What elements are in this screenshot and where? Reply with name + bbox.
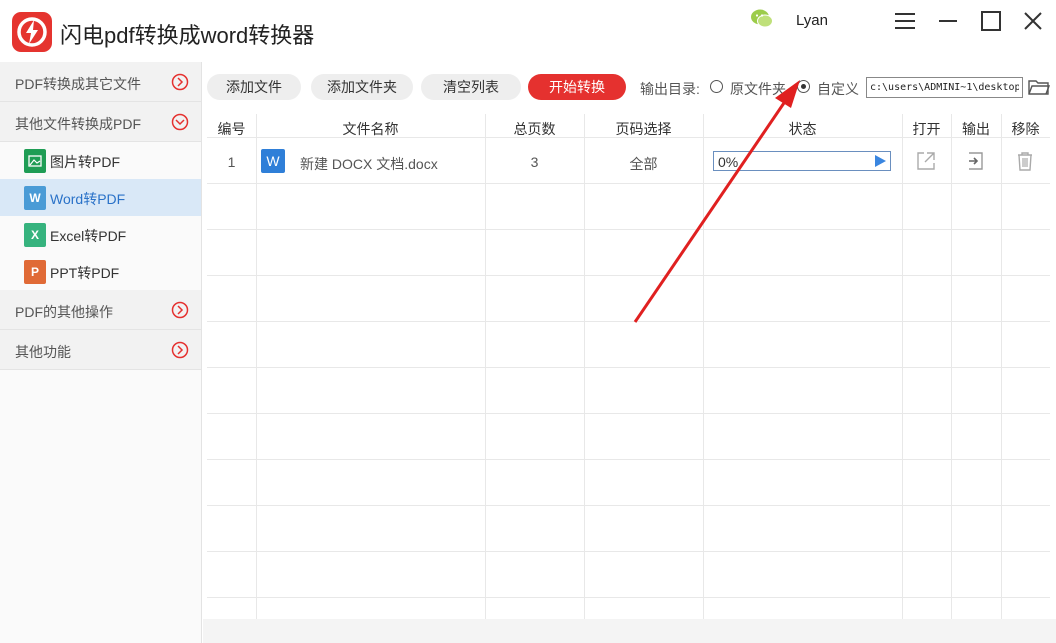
play-icon[interactable] <box>875 155 886 167</box>
sidebar-item-image-to-pdf[interactable]: 图片转PDF <box>0 142 201 179</box>
word-file-icon: W <box>24 186 46 210</box>
row-divider <box>207 505 1050 506</box>
ppt-file-icon: P <box>24 260 46 284</box>
header-index: 编号 <box>217 121 246 137</box>
sidebar-item-ppt-to-pdf[interactable]: P PPT转PDF <box>0 253 201 290</box>
chevron-right-circle-icon <box>171 341 189 359</box>
header-status: 状态 <box>788 121 817 137</box>
title-bar: 闪电pdf转换成word转换器 Lyan <box>0 0 1056 62</box>
wechat-icon[interactable] <box>750 8 774 30</box>
row-divider <box>207 183 1050 184</box>
output-dir-label: 输出目录: <box>640 81 700 97</box>
row-divider <box>207 551 1050 552</box>
clear-list-button[interactable]: 清空列表 <box>421 74 521 100</box>
row-divider <box>207 413 1050 414</box>
app-title: 闪电pdf转换成word转换器 <box>60 23 315 48</box>
menu-icon[interactable] <box>892 8 918 34</box>
radio-source-folder[interactable] <box>710 80 723 93</box>
sidebar-item-label: PPT转PDF <box>50 265 120 281</box>
progress-text: 0% <box>718 154 739 170</box>
header-filename: 文件名称 <box>342 121 399 137</box>
cell-filename: 新建 DOCX 文档.docx <box>300 156 438 172</box>
sidebar-item-excel-to-pdf[interactable]: X Excel转PDF <box>0 216 201 253</box>
chevron-right-circle-icon <box>171 73 189 91</box>
sidebar: PDF转换成其它文件 其他文件转换成PDF 图片转PDF W Word转PDF … <box>0 62 202 643</box>
folder-browse-icon[interactable] <box>1028 77 1051 97</box>
file-table: 编号 文件名称 总页数 页码选择 状态 打开 输出 移除 1 W 新建 DOCX… <box>207 114 1050 619</box>
add-file-button[interactable]: 添加文件 <box>207 74 301 100</box>
output-path-input[interactable] <box>866 77 1023 98</box>
radio-custom-label: 自定义 <box>817 81 859 97</box>
excel-file-icon: X <box>24 223 46 247</box>
app-logo-icon <box>12 12 52 52</box>
radio-source-folder-label: 原文件夹 <box>730 81 786 97</box>
minimize-icon[interactable] <box>935 8 961 34</box>
sidebar-group-label: 其他功能 <box>15 344 71 360</box>
row-divider <box>207 229 1050 230</box>
sidebar-group-pdf-other-ops[interactable]: PDF的其他操作 <box>0 290 201 330</box>
row-divider <box>207 321 1050 322</box>
cell-page-selection[interactable]: 全部 <box>584 154 703 174</box>
sidebar-group-other-functions[interactable]: 其他功能 <box>0 330 201 370</box>
header-output: 输出 <box>962 121 990 137</box>
sidebar-group-label: PDF转换成其它文件 <box>15 76 141 92</box>
trash-icon[interactable] <box>1014 150 1036 172</box>
sidebar-group-label: 其他文件转换成PDF <box>15 116 141 132</box>
header-page-selection: 页码选择 <box>615 121 672 137</box>
row-divider <box>207 459 1050 460</box>
sidebar-item-label: 图片转PDF <box>50 154 120 170</box>
add-folder-button[interactable]: 添加文件夹 <box>311 74 413 100</box>
sidebar-item-label: Excel转PDF <box>50 228 127 244</box>
row-divider <box>207 597 1050 598</box>
cell-pages: 3 <box>530 154 539 170</box>
sidebar-item-word-to-pdf[interactable]: W Word转PDF <box>0 179 201 216</box>
row-divider <box>207 275 1050 276</box>
image-file-icon <box>24 149 46 173</box>
maximize-icon[interactable] <box>978 8 1004 34</box>
toolbar: 添加文件 添加文件夹 清空列表 开始转换 输出目录: 原文件夹 自定义 <box>203 62 1056 114</box>
header-pages: 总页数 <box>513 121 556 137</box>
close-icon[interactable] <box>1020 8 1046 34</box>
progress-bar: 0% <box>713 151 891 171</box>
start-convert-button[interactable]: 开始转换 <box>528 74 626 100</box>
chevron-right-circle-icon <box>171 301 189 319</box>
chevron-down-circle-icon <box>171 113 189 131</box>
user-name[interactable]: Lyan <box>796 12 828 29</box>
sidebar-group-other-to-pdf[interactable]: 其他文件转换成PDF <box>0 102 201 142</box>
word-file-icon: W <box>261 149 285 173</box>
open-external-icon[interactable] <box>915 150 937 172</box>
sidebar-group-label: PDF的其他操作 <box>15 304 113 320</box>
status-strip <box>203 619 1056 643</box>
header-open: 打开 <box>912 121 941 137</box>
output-icon[interactable] <box>965 150 987 172</box>
radio-custom[interactable] <box>797 80 810 93</box>
sidebar-group-pdf-to-other[interactable]: PDF转换成其它文件 <box>0 62 201 102</box>
sidebar-item-label: Word转PDF <box>50 191 126 207</box>
row-divider <box>207 367 1050 368</box>
cell-index: 1 <box>227 154 236 170</box>
header-remove: 移除 <box>1011 121 1040 137</box>
